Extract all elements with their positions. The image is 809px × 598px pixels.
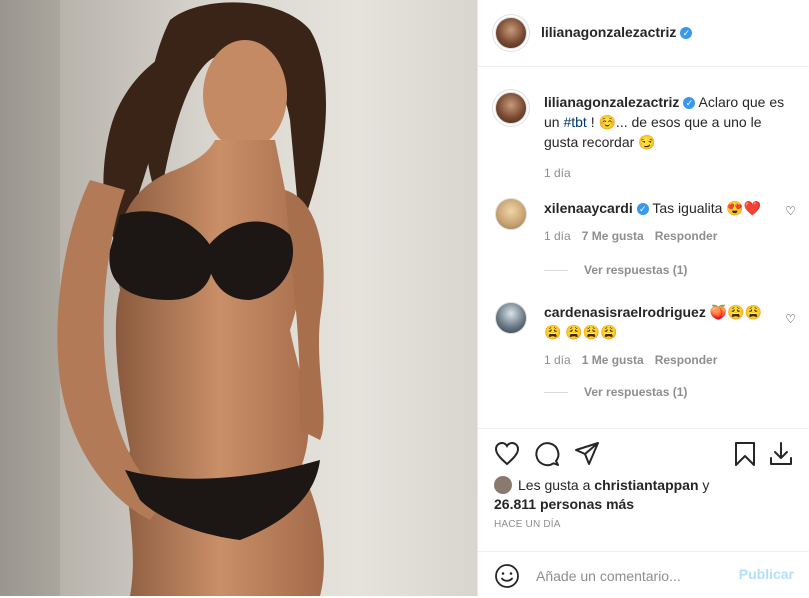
caption-time[interactable]: 1 día	[544, 166, 571, 180]
caption-hashtag[interactable]: #tbt	[563, 114, 586, 130]
comment-input[interactable]	[534, 562, 728, 590]
commenter-avatar[interactable]	[495, 198, 527, 230]
verified-badge-icon: ✓	[636, 203, 649, 216]
action-icons	[494, 441, 794, 469]
reply-button[interactable]: Responder	[655, 353, 718, 367]
comment-like-heart-icon[interactable]: ♡	[785, 312, 796, 326]
comment-icon[interactable]	[534, 441, 560, 467]
comments-list[interactable]: lilianagonzalezactriz ✓ Aclaro que es un …	[478, 67, 809, 427]
replies-divider	[544, 392, 568, 394]
comment-likes[interactable]: 7 Me gusta	[582, 229, 644, 243]
likes-suffix: y	[698, 477, 710, 493]
caption-avatar[interactable]	[495, 92, 527, 124]
view-replies-label: Ver respuestas (1)	[584, 385, 688, 399]
commenter-avatar[interactable]	[495, 302, 527, 334]
commenter-username[interactable]: xilenaaycardi	[544, 200, 633, 216]
view-replies-button[interactable]: Ver respuestas (1)	[544, 263, 687, 277]
post-timestamp[interactable]: HACE UN DÍA	[494, 519, 561, 530]
likes-prefix: Les gusta a	[518, 477, 595, 493]
verified-badge-icon: ✓	[683, 97, 696, 110]
smiley-icon[interactable]	[494, 563, 520, 589]
replies-divider	[544, 270, 568, 272]
publish-button[interactable]: Publicar	[739, 566, 794, 582]
verified-badge-icon: ✓	[680, 26, 693, 39]
post-header: lilianagonzalezactriz ✓	[478, 0, 809, 67]
bookmark-icon[interactable]	[732, 441, 758, 467]
commenter-username[interactable]: cardenasisraelrodriguez	[544, 304, 706, 320]
post-photo[interactable]	[0, 0, 477, 596]
caption-username[interactable]: lilianagonzalezactriz	[544, 94, 679, 110]
likes-count[interactable]: 26.811 personas más	[494, 496, 634, 512]
share-icon[interactable]	[574, 441, 600, 467]
post-side-panel: lilianagonzalezactriz ✓ lilianagonzalezac…	[477, 0, 809, 596]
comment-time[interactable]: 1 día	[544, 229, 571, 243]
author-avatar[interactable]	[495, 17, 527, 49]
author-username[interactable]: lilianagonzalezactriz	[541, 24, 676, 40]
comment-text: Tas igualita 😍❤️	[652, 200, 762, 216]
liker-avatar[interactable]	[494, 476, 512, 494]
reply-button[interactable]: Responder	[655, 229, 718, 243]
view-replies-label: Ver respuestas (1)	[584, 263, 688, 277]
comment-like-heart-icon[interactable]: ♡	[785, 204, 796, 218]
download-icon[interactable]	[768, 441, 794, 467]
likes-summary: Les gusta a christiantappan y 26.811 per…	[494, 476, 709, 514]
post-actions: Les gusta a christiantappan y 26.811 per…	[478, 428, 809, 597]
comment-time[interactable]: 1 día	[544, 353, 571, 367]
comment-likes[interactable]: 1 Me gusta	[582, 353, 644, 367]
post-photo-illustration	[0, 0, 327, 596]
liker-username[interactable]: christiantappan	[594, 477, 698, 493]
heart-icon[interactable]	[494, 441, 520, 467]
add-comment-bar: Publicar	[478, 551, 809, 598]
view-replies-button[interactable]: Ver respuestas (1)	[544, 385, 687, 399]
